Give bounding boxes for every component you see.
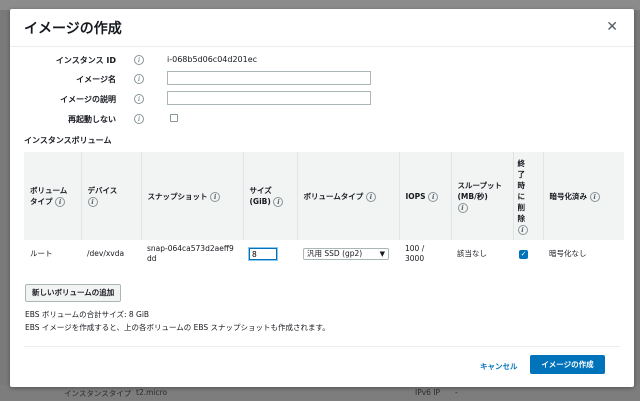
image-description-input[interactable] [167, 91, 371, 105]
bg-ipv6-label: IPv6 IP [415, 388, 441, 397]
image-name-row: イメージ名 i [10, 71, 634, 89]
cell-delete-on-termination: ✓ [513, 240, 543, 268]
bg-ipv6-value: - [455, 388, 458, 397]
cell-snapshot: snap-064ca573d2aeff9dd [147, 244, 234, 263]
add-volume-button[interactable]: 新しいボリュームの追加 [25, 284, 122, 302]
col-volume-kind-label: ボリュームタイプ [303, 191, 364, 201]
cell-volume-kind: 汎用 SSD (gp2) ▼ [297, 240, 399, 268]
cell-device: /dev/xvda [87, 249, 125, 258]
dialog-header: イメージの作成 ✕ [10, 9, 634, 47]
col-snapshot: スナップショット i [140, 152, 243, 240]
cancel-button[interactable]: キャンセル [480, 361, 518, 372]
col-iops-label: IOPS [405, 191, 426, 201]
table-header-row: ボリューム タイプ i デバイス i スナップショット i サイズ (GiB) … [24, 152, 624, 240]
volume-type-selected: 汎用 SSD (gp2) [307, 249, 363, 258]
col-size: サイズ (GiB) i [242, 152, 297, 240]
info-icon[interactable]: i [365, 191, 376, 202]
col-size-label: サイズ (GiB) [249, 186, 272, 206]
create-image-dialog: イメージの作成 ✕ インスタンス ID i i-068b5d06c04d201e… [10, 9, 634, 387]
col-encrypted: 暗号化済み i [542, 152, 624, 240]
footer-divider [24, 346, 620, 347]
instance-id-label: インスタンス ID [55, 56, 116, 65]
cell-iops: 100 / 3000 [405, 244, 425, 263]
no-reboot-row: 再起動しない i [10, 111, 634, 129]
info-icon[interactable]: i [457, 202, 468, 213]
cell-encrypted: 暗号化なし [549, 249, 587, 258]
volume-type-select[interactable]: 汎用 SSD (gp2) ▼ [303, 248, 389, 260]
info-icon[interactable]: i [517, 224, 528, 235]
no-reboot-checkbox[interactable] [170, 114, 178, 122]
info-icon[interactable]: i [210, 191, 221, 202]
info-icon[interactable]: i [134, 74, 144, 84]
delete-on-termination-checkbox[interactable]: ✓ [519, 250, 528, 259]
size-input[interactable] [249, 248, 277, 260]
col-delete-on-termination: 終了時に削除 i [512, 152, 543, 240]
background-instance-details: インスタンスタイプ t2.micro IPv6 IP - [0, 385, 640, 401]
col-iops: IOPS i [398, 152, 451, 240]
volumes-table: ボリューム タイプ i デバイス i スナップショット i サイズ (GiB) … [24, 152, 624, 268]
info-icon[interactable]: i [134, 55, 144, 65]
snapshot-note-text: EBS イメージを作成すると、上の各ボリュームの EBS スナップショットも作成… [25, 323, 330, 332]
total-size-text: EBS ボリュームの合計サイズ: 8 GiB [25, 310, 150, 319]
col-snapshot-label: スナップショット [147, 191, 208, 201]
col-device: デバイス i [80, 152, 141, 240]
create-image-button[interactable]: イメージの作成 [530, 355, 605, 374]
col-delete-label: 終了時に削除 [517, 158, 526, 223]
close-icon[interactable]: ✕ [606, 19, 618, 35]
info-icon[interactable]: i [55, 197, 66, 207]
info-icon[interactable]: i [134, 114, 144, 124]
image-description-row: イメージの説明 i [10, 91, 634, 109]
info-icon[interactable]: i [273, 197, 284, 207]
volumes-section-title: インスタンスボリューム [24, 136, 112, 145]
info-icon[interactable]: i [428, 191, 439, 202]
cell-size [243, 240, 297, 268]
info-icon[interactable]: i [134, 94, 144, 104]
chevron-down-icon: ▼ [379, 250, 385, 258]
table-row: ルート /dev/xvda snap-064ca573d2aeff9dd 汎用 … [24, 240, 624, 268]
cell-volume-type: ルート [30, 249, 53, 258]
col-device-label: デバイス [87, 186, 118, 195]
col-volume-type: ボリューム タイプ i [24, 152, 81, 240]
image-description-label: イメージの説明 [60, 95, 116, 104]
col-volume-kind: ボリュームタイプ i [296, 152, 399, 240]
info-icon[interactable]: i [87, 197, 98, 207]
instance-id-value: i-068b5d06c04d201ec [167, 55, 258, 64]
col-encrypted-label: 暗号化済み [549, 191, 588, 201]
col-throughput: スループット (MB/秒) i [450, 152, 513, 240]
image-name-input[interactable] [167, 71, 371, 85]
col-throughput-label: スループット (MB/秒) [457, 180, 503, 201]
instance-id-row: インスタンス ID i i-068b5d06c04d201ec [10, 52, 634, 70]
info-icon[interactable]: i [589, 191, 600, 202]
cell-throughput: 該当なし [457, 249, 487, 258]
dialog-title: イメージの作成 [24, 21, 122, 37]
bg-instance-type-value: t2.micro [136, 388, 168, 397]
no-reboot-label: 再起動しない [68, 115, 116, 124]
bg-instance-type-label: インスタンスタイプ [64, 389, 132, 398]
image-name-label: イメージ名 [76, 75, 116, 84]
